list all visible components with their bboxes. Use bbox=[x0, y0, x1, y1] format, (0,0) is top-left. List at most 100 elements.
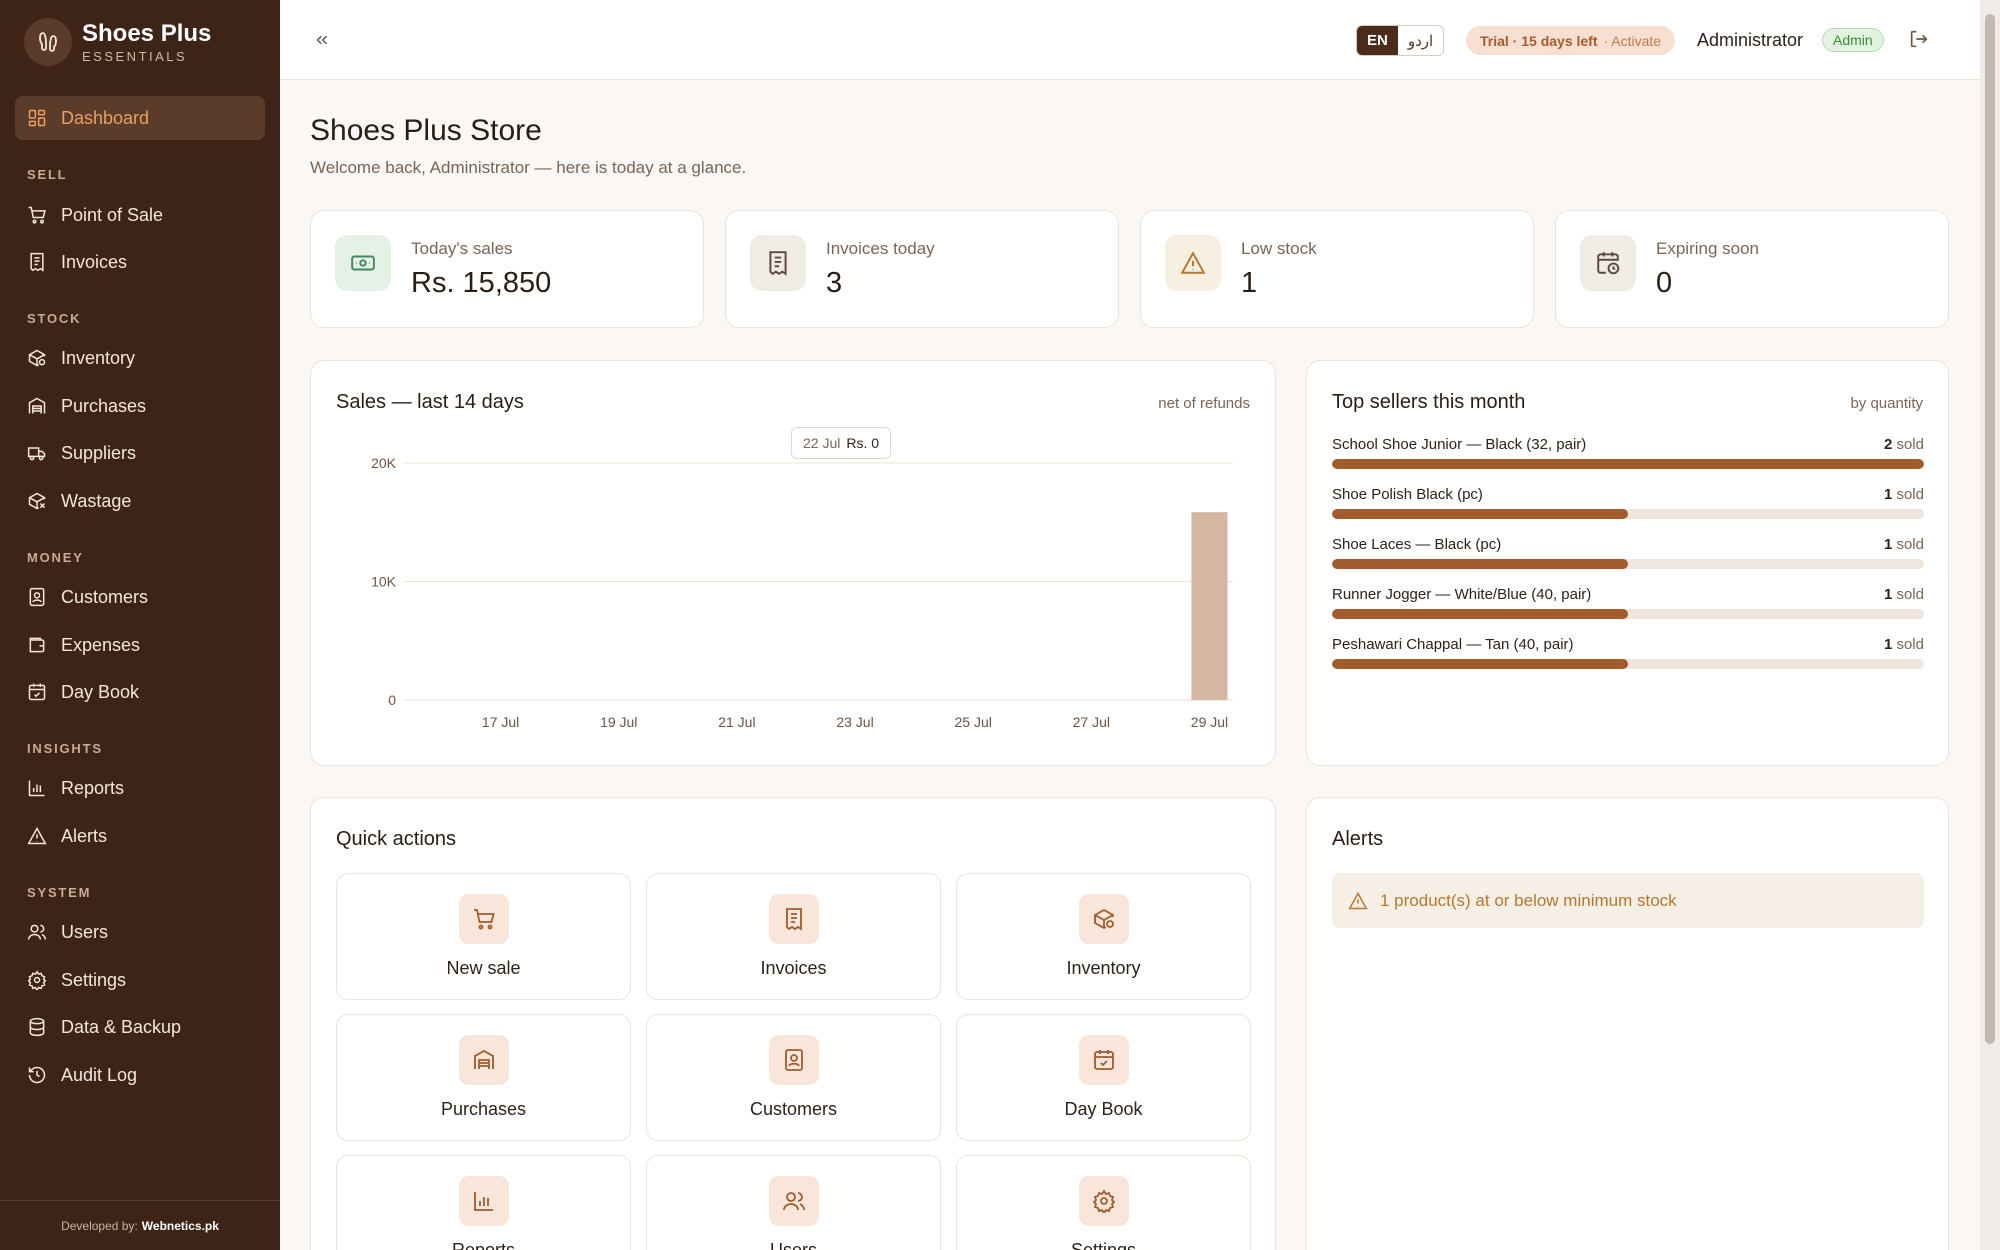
quick-action-invoices[interactable]: Invoices bbox=[646, 873, 941, 1000]
gear-icon bbox=[27, 970, 47, 990]
sidebar-item-label: Settings bbox=[61, 969, 127, 990]
stat-label: Expiring soon bbox=[1656, 239, 1760, 258]
sidebar-item-label: Invoices bbox=[61, 251, 128, 272]
quick-action-label: Invoices bbox=[760, 958, 827, 978]
sidebar-item-pos[interactable]: Point of Sale bbox=[15, 193, 265, 237]
sidebar-item-suppliers[interactable]: Suppliers bbox=[15, 431, 265, 475]
shoe-prints-icon bbox=[24, 18, 72, 66]
dashboard-grid-icon bbox=[27, 108, 47, 128]
seller-bar-track bbox=[1332, 659, 1924, 669]
quick-action-reports[interactable]: Reports bbox=[336, 1155, 631, 1250]
x-tick-label: 21 Jul bbox=[718, 714, 755, 730]
stat-value: Rs. 15,850 bbox=[411, 267, 552, 299]
trial-badge[interactable]: Trial · 15 days left · Activate bbox=[1466, 26, 1676, 55]
quick-action-label: Day Book bbox=[1064, 1099, 1143, 1119]
contact-card-icon bbox=[769, 1035, 819, 1085]
sidebar-item-label: Reports bbox=[61, 777, 125, 798]
card-title: Top sellers this month bbox=[1332, 391, 1526, 413]
section-insights: INSIGHTS bbox=[27, 741, 103, 756]
stat-label: Today's sales bbox=[411, 239, 513, 258]
scrollbar-thumb[interactable] bbox=[1985, 14, 1995, 1044]
x-tick-label: 27 Jul bbox=[1073, 714, 1110, 730]
seller-qty: 1 sold bbox=[1883, 636, 1924, 653]
sidebar-item-invoices[interactable]: Invoices bbox=[15, 240, 265, 284]
calendar-check-icon bbox=[1079, 1035, 1129, 1085]
collapse-sidebar-button[interactable] bbox=[308, 26, 336, 54]
activate-link[interactable]: · Activate bbox=[1604, 33, 1662, 49]
x-tick-label: 23 Jul bbox=[836, 714, 873, 730]
logout-icon bbox=[1910, 30, 1928, 48]
seller-bar-track bbox=[1332, 559, 1924, 569]
cart-icon bbox=[27, 205, 47, 225]
x-tick-label: 25 Jul bbox=[954, 714, 991, 730]
alerts-card: Alerts 1 product(s) at or below minimum … bbox=[1306, 797, 1949, 1250]
sidebar-item-label: Expenses bbox=[61, 634, 141, 655]
seller-name: School Shoe Junior — Black (32, pair) bbox=[1332, 436, 1587, 453]
quick-action-settings[interactable]: Settings bbox=[956, 1155, 1251, 1250]
sidebar-item-wastage[interactable]: Wastage bbox=[15, 479, 265, 523]
sidebar-item-inventory[interactable]: Inventory bbox=[15, 336, 265, 380]
seller-qty: 1 sold bbox=[1883, 536, 1924, 553]
quick-action-new-sale[interactable]: New sale bbox=[336, 873, 631, 1000]
lang-en-button[interactable]: EN bbox=[1357, 26, 1398, 55]
low-stock-alert[interactable]: 1 product(s) at or below minimum stock bbox=[1332, 873, 1924, 928]
lang-ur-button[interactable]: اردو bbox=[1398, 26, 1443, 55]
card-title: Quick actions bbox=[336, 828, 457, 850]
sidebar-item-label: Dashboard bbox=[61, 107, 150, 128]
history-icon bbox=[27, 1065, 47, 1085]
sidebar-item-label: Purchases bbox=[61, 395, 147, 416]
wallet-icon bbox=[27, 635, 47, 655]
y-tick-label: 20K bbox=[371, 455, 397, 471]
calendar-clock-icon bbox=[1580, 235, 1636, 291]
sidebar-item-purchases[interactable]: Purchases bbox=[15, 384, 265, 428]
tooltip-value: Rs. 0 bbox=[846, 435, 880, 451]
sidebar-item-users[interactable]: Users bbox=[15, 910, 265, 954]
sidebar-item-alerts[interactable]: Alerts bbox=[15, 814, 265, 858]
stat-invoices-today: Invoices today 3 bbox=[725, 210, 1119, 328]
section-money: MONEY bbox=[27, 550, 84, 565]
contact-card-icon bbox=[27, 587, 47, 607]
quick-action-users[interactable]: Users bbox=[646, 1155, 941, 1250]
seller-bar-fill bbox=[1332, 509, 1628, 519]
sidebar-item-label: Users bbox=[61, 921, 109, 942]
page-scrollbar[interactable] bbox=[1980, 0, 2000, 1250]
seller-bar-fill bbox=[1332, 559, 1628, 569]
x-tick-label: 19 Jul bbox=[600, 714, 637, 730]
brand[interactable]: Shoes Plus ESSENTIALS bbox=[24, 18, 211, 66]
quick-action-label: New sale bbox=[446, 958, 521, 978]
seller-bar-fill bbox=[1332, 659, 1628, 669]
logout-button[interactable] bbox=[1908, 28, 1932, 52]
brand-name: Shoes Plus bbox=[82, 19, 212, 47]
card-note: by quantity bbox=[1850, 395, 1923, 412]
sidebar: Shoes Plus ESSENTIALS Dashboard SELL Poi… bbox=[0, 0, 280, 1250]
seller-name: Peshawari Chappal — Tan (40, pair) bbox=[1332, 636, 1574, 653]
quick-action-purchases[interactable]: Purchases bbox=[336, 1014, 631, 1141]
sidebar-item-expenses[interactable]: Expenses bbox=[15, 623, 265, 667]
sidebar-item-customers[interactable]: Customers bbox=[15, 575, 265, 619]
top-seller-row: School Shoe Junior — Black (32, pair) 2 s… bbox=[1332, 436, 1924, 469]
sidebar-item-dashboard[interactable]: Dashboard bbox=[15, 96, 265, 140]
sidebar-item-daybook[interactable]: Day Book bbox=[15, 670, 265, 714]
quick-action-label: Purchases bbox=[440, 1099, 527, 1119]
quick-action-inventory[interactable]: Inventory bbox=[956, 873, 1251, 1000]
sidebar-item-audit[interactable]: Audit Log bbox=[15, 1053, 265, 1097]
users-icon bbox=[769, 1176, 819, 1226]
quick-action-day-book[interactable]: Day Book bbox=[956, 1014, 1251, 1141]
stat-todays-sales: Today's sales Rs. 15,850 bbox=[310, 210, 704, 328]
quick-action-customers[interactable]: Customers bbox=[646, 1014, 941, 1141]
section-stock: STOCK bbox=[27, 311, 82, 326]
sidebar-item-backup[interactable]: Data & Backup bbox=[15, 1005, 265, 1049]
top-seller-row: Shoe Polish Black (pc) 1 sold bbox=[1332, 486, 1924, 519]
language-switch: EN اردو bbox=[1356, 25, 1445, 56]
seller-name: Shoe Laces — Black (pc) bbox=[1332, 536, 1502, 553]
seller-bar-track bbox=[1332, 609, 1924, 619]
warning-triangle-icon bbox=[1165, 235, 1221, 291]
warning-triangle-icon bbox=[1348, 891, 1368, 909]
page-title: Shoes Plus Store bbox=[310, 114, 542, 147]
footer-brand[interactable]: Webnetics.pk bbox=[142, 1219, 219, 1233]
sidebar-item-reports[interactable]: Reports bbox=[15, 766, 265, 810]
seller-name: Runner Jogger — White/Blue (40, pair) bbox=[1332, 586, 1592, 603]
user-name: Administrator bbox=[1697, 30, 1804, 50]
sidebar-item-settings[interactable]: Settings bbox=[15, 958, 265, 1002]
stat-label: Invoices today bbox=[826, 239, 935, 258]
